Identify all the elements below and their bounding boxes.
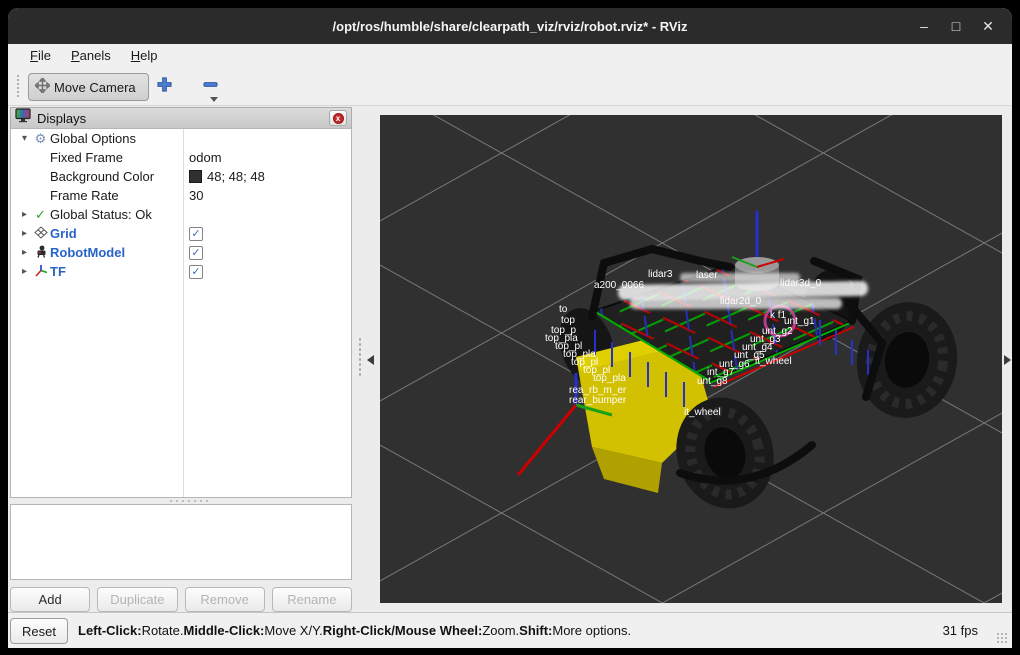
- add-button[interactable]: Add: [10, 587, 91, 612]
- tf-axes-icon: [31, 264, 50, 280]
- expander-icon[interactable]: ▸: [18, 247, 31, 258]
- displays-panel-title: Displays: [37, 110, 87, 126]
- displays-close-button[interactable]: x: [329, 110, 347, 126]
- tree-row-fixed-frame[interactable]: Fixed Frame odom: [11, 148, 351, 167]
- minus-icon: [202, 76, 219, 98]
- status-bar: Reset Left-Click: Rotate. Middle-Click: …: [8, 612, 1012, 648]
- menu-help[interactable]: Help: [121, 46, 168, 65]
- tf-frame-label: it_wheel: [755, 356, 792, 367]
- tf-frame-label: unt_g8: [697, 376, 728, 387]
- toolbar: Move Camera: [8, 66, 1012, 106]
- rename-button: Rename: [271, 587, 352, 612]
- tree-row-tf[interactable]: ▸ TF ✓: [11, 262, 351, 281]
- collapse-left-arrow-icon[interactable]: [367, 355, 374, 365]
- tree-row-global-options[interactable]: ▾ ⚙ Global Options: [11, 129, 351, 148]
- background-color-value[interactable]: 48; 48; 48: [189, 167, 265, 186]
- fixed-frame-value[interactable]: odom: [189, 148, 222, 167]
- fps-counter: 31 fps: [942, 623, 978, 638]
- tf-frame-label: lidar3: [648, 269, 673, 280]
- status-ok-icon: ✓: [35, 206, 46, 222]
- expander-icon[interactable]: ▾: [18, 133, 31, 144]
- tf-frame-label: lidar2d_0: [720, 296, 762, 307]
- expander-icon[interactable]: ▸: [18, 209, 31, 220]
- displays-icon: [15, 108, 31, 128]
- tf-frame-label: rear_bumper: [569, 395, 627, 406]
- 3d-scene: [380, 115, 1002, 603]
- remove-tool-caret-icon[interactable]: [210, 97, 218, 102]
- splitter-grip[interactable]: [358, 337, 362, 377]
- tf-frame-label: a200_0066: [594, 280, 645, 291]
- frame-rate-value[interactable]: 30: [189, 186, 203, 205]
- rviz-window: /opt/ros/humble/share/clearpath_viz/rviz…: [8, 8, 1012, 648]
- move-camera-button[interactable]: Move Camera: [28, 73, 149, 101]
- tree-row-frame-rate[interactable]: Frame Rate 30: [11, 186, 351, 205]
- expander-icon[interactable]: ▸: [18, 266, 31, 277]
- close-button[interactable]: ✕: [972, 8, 1004, 44]
- window-controls: – □ ✕: [908, 8, 1004, 44]
- minimize-button[interactable]: –: [908, 8, 940, 44]
- description-panel: [10, 504, 352, 580]
- right-splitter[interactable]: [1002, 107, 1012, 612]
- robotmodel-checkbox[interactable]: ✓: [189, 245, 203, 260]
- duplicate-button: Duplicate: [97, 587, 178, 612]
- displays-tree: ▾ ⚙ Global Options Fixed Frame odom Back…: [10, 128, 352, 498]
- remove-tool-button[interactable]: [198, 75, 222, 99]
- menu-panels[interactable]: Panels: [61, 46, 121, 65]
- panel-splitter-handle[interactable]: [168, 499, 208, 503]
- color-swatch: [189, 170, 202, 183]
- menu-file[interactable]: File: [20, 46, 61, 65]
- mouse-help-text: Left-Click: Rotate. Middle-Click: Move X…: [78, 623, 632, 638]
- grid-display-icon: [31, 225, 50, 242]
- displays-button-row: Add Duplicate Remove Rename: [10, 587, 352, 613]
- tree-row-robotmodel[interactable]: ▸ RobotModel ✓: [11, 243, 351, 262]
- plus-icon: [156, 76, 173, 98]
- title-bar[interactable]: /opt/ros/humble/share/clearpath_viz/rviz…: [8, 8, 1012, 44]
- maximize-button[interactable]: □: [940, 8, 972, 44]
- window-title: /opt/ros/humble/share/clearpath_viz/rviz…: [332, 18, 688, 34]
- tf-frame-label: it_wheel: [684, 407, 721, 418]
- tf-frame-label: lidar3d_0: [780, 278, 822, 289]
- tf-frame-label: to: [559, 304, 568, 315]
- add-tool-button[interactable]: [152, 75, 176, 99]
- tf-frame-label: laser: [696, 270, 718, 281]
- left-splitter[interactable]: [352, 107, 380, 612]
- tree-row-background-color[interactable]: Background Color 48; 48; 48: [11, 167, 351, 186]
- displays-panel-header[interactable]: Displays x: [10, 107, 352, 129]
- tree-row-global-status[interactable]: ▸ ✓ Global Status: Ok: [11, 205, 351, 224]
- render-viewport[interactable]: lidar3 laser a200_0066 lidar3d_0 lidar2d_0 k …: [380, 115, 1002, 603]
- expander-icon[interactable]: ▸: [18, 228, 31, 239]
- move-camera-label: Move Camera: [54, 79, 136, 95]
- resize-grip[interactable]: [996, 632, 1008, 644]
- collapse-right-arrow-icon[interactable]: [1004, 355, 1011, 365]
- gear-icon: ⚙: [34, 130, 47, 146]
- tree-row-grid[interactable]: ▸ Grid ✓: [11, 224, 351, 243]
- remove-button: Remove: [184, 587, 265, 612]
- robot-model-icon: [31, 245, 50, 261]
- tf-checkbox[interactable]: ✓: [189, 264, 203, 279]
- grid-checkbox[interactable]: ✓: [189, 226, 203, 241]
- toolbar-drag-handle[interactable]: [16, 74, 21, 98]
- tf-frame-label: top_pla: [593, 373, 626, 384]
- reset-button[interactable]: Reset: [10, 618, 68, 644]
- panel-close-icon: x: [332, 112, 344, 124]
- move-camera-icon: [33, 76, 52, 96]
- menu-bar: File Panels Help: [8, 44, 1012, 66]
